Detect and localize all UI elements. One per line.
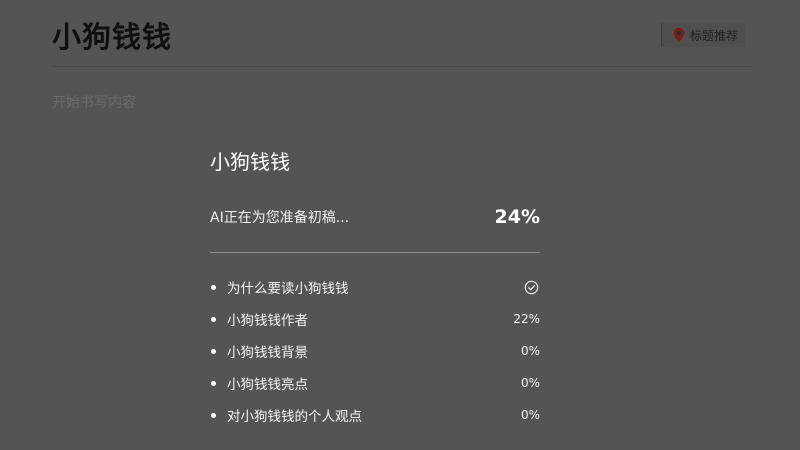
document-title[interactable]: 小狗钱钱 (52, 14, 172, 56)
panel-title: 小狗钱钱 (210, 150, 290, 174)
status-row: AI正在为您准备初稿... 24% (210, 206, 540, 228)
section-label: 为什么要读小狗钱钱 (227, 281, 349, 297)
section-progress: 0% (520, 408, 540, 422)
section-label: 小狗钱钱作者 (227, 313, 308, 329)
panel-divider (210, 252, 540, 253)
section-progress: 22% (513, 312, 540, 326)
list-item: 为什么要读小狗钱钱 (210, 271, 540, 303)
list-item: 小狗钱钱作者 22% (210, 303, 540, 335)
status-text: AI正在为您准备初稿... (210, 210, 350, 226)
bullet-icon (211, 316, 216, 322)
bullet-icon (211, 284, 216, 290)
list-item: 对小狗钱钱的个人观点 0% (210, 399, 540, 431)
suggest-title-label: 标题推荐 (690, 28, 739, 43)
section-progress: 0% (520, 344, 540, 358)
section-label: 对小狗钱钱的个人观点 (227, 409, 362, 425)
section-label: 小狗钱钱亮点 (227, 377, 308, 393)
title-divider (52, 66, 752, 67)
section-progress: 0% (520, 376, 540, 390)
list-item: 小狗钱钱背景 0% (210, 335, 540, 367)
bullet-icon (211, 348, 216, 354)
body-placeholder[interactable]: 开始书写内容 (52, 92, 136, 112)
list-item: 小狗钱钱亮点 0% (210, 367, 540, 399)
location-pin-icon (673, 27, 685, 43)
overall-progress-percent: 24% (494, 206, 540, 228)
outline-section-list: 为什么要读小狗钱钱 小狗钱钱作者 22% 小狗钱钱背景 0% 小狗钱钱亮点 0%… (210, 271, 540, 431)
check-circle-icon (524, 280, 539, 294)
bullet-icon (211, 380, 216, 386)
section-label: 小狗钱钱背景 (227, 345, 308, 361)
bullet-icon (211, 412, 216, 418)
suggest-title-button[interactable]: 标题推荐 (661, 23, 747, 47)
